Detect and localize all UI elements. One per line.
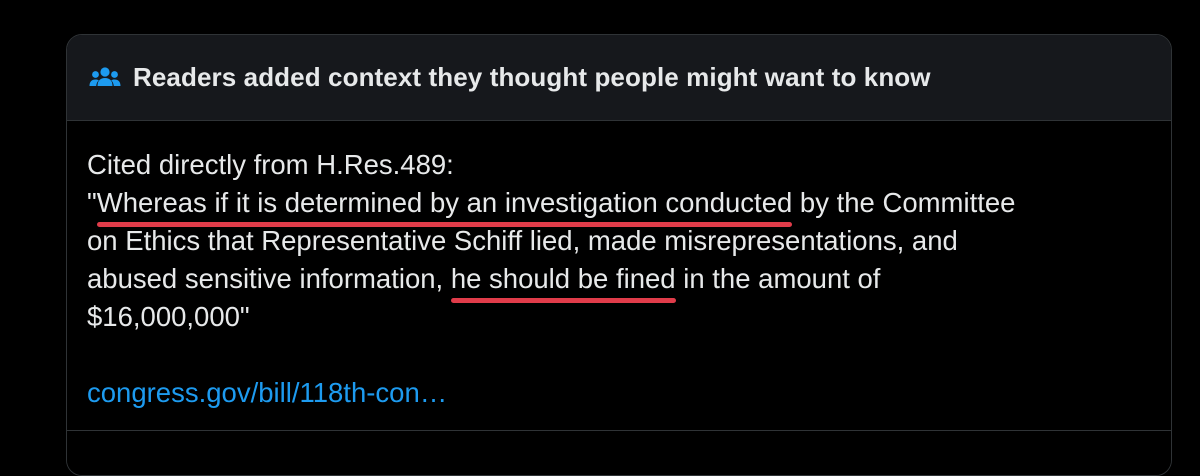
people-icon <box>89 65 121 91</box>
community-note-card: Readers added context they thought peopl… <box>66 34 1172 476</box>
underlined-phrase-investigation: Whereas if it is determined by an invest… <box>96 187 793 218</box>
quote-line-3-post: in the amount of <box>675 263 881 294</box>
underlined-phrase-fined: he should be fined <box>450 263 676 294</box>
note-header-title: Readers added context they thought peopl… <box>133 62 931 92</box>
note-quote-line-1: "Whereas if it is determined by an inves… <box>87 184 1151 222</box>
note-body: Cited directly from H.Res.489: "Whereas … <box>67 121 1171 412</box>
note-intro-line: Cited directly from H.Res.489: <box>87 149 454 180</box>
note-header: Readers added context they thought peopl… <box>67 35 1171 121</box>
quote-line-3-pre: abused sensitive information, <box>87 263 451 294</box>
note-footer-divider <box>67 430 1171 475</box>
quote-line-1-rest: by the Committee <box>792 187 1016 218</box>
note-quote-line-3: abused sensitive information, he should … <box>87 260 1151 298</box>
source-link[interactable]: congress.gov/bill/118th-con… <box>87 374 447 412</box>
note-quote-line-4: $16,000,000" <box>87 301 250 332</box>
open-quote: " <box>87 187 97 218</box>
note-quote-line-2: on Ethics that Representative Schiff lie… <box>87 225 958 256</box>
